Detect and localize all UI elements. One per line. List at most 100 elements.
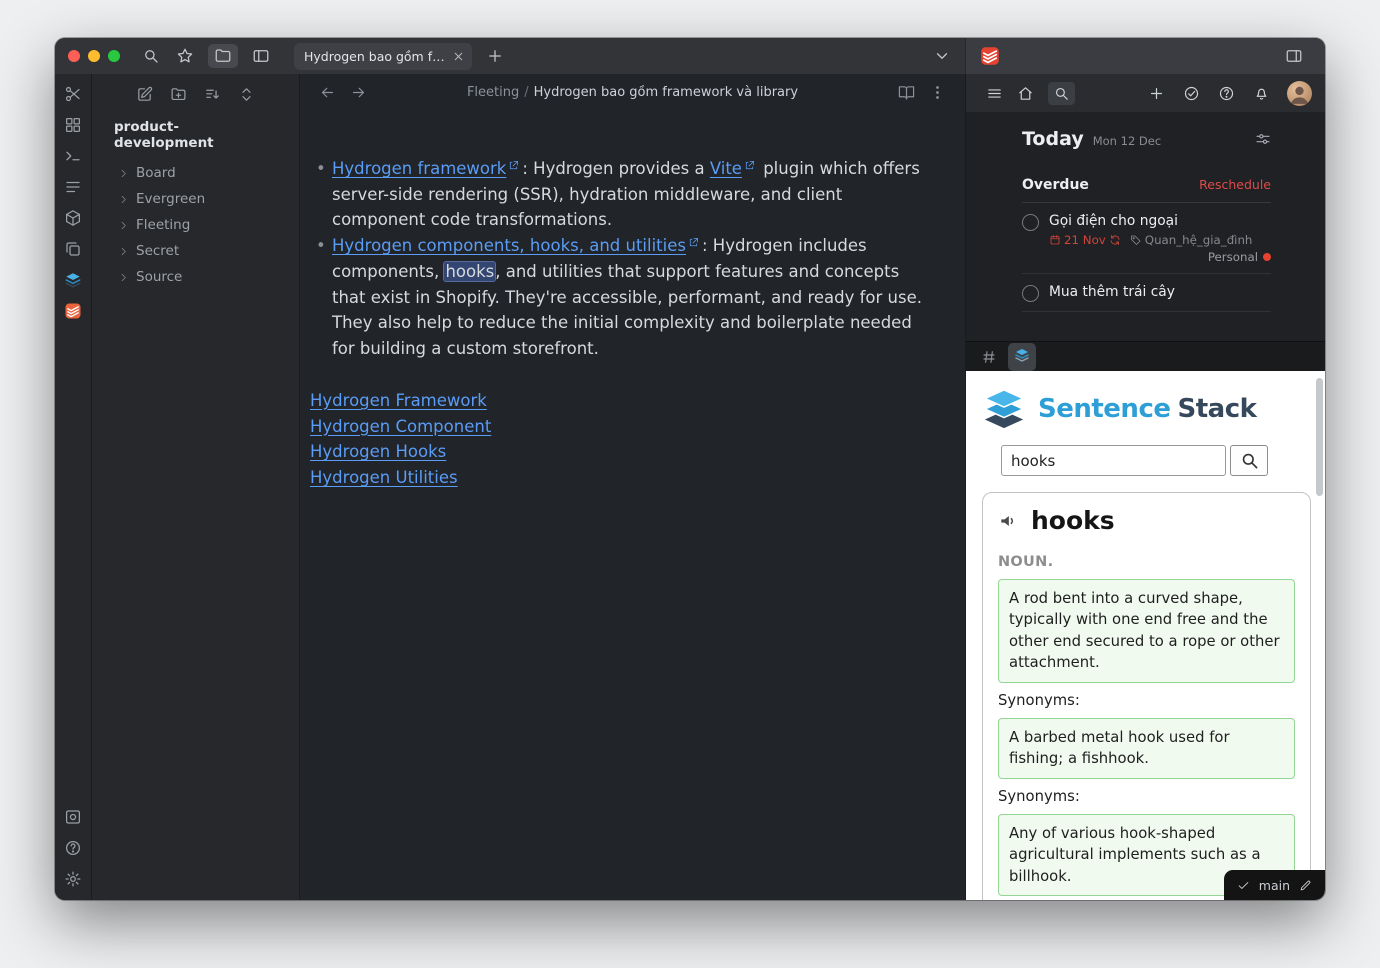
speaker-icon[interactable] xyxy=(998,511,1018,531)
tab-sentence-stack[interactable] xyxy=(1008,343,1036,371)
productivity-icon[interactable] xyxy=(1183,85,1200,102)
breadcrumb-title: Hydrogen bao gồm framework và library xyxy=(534,85,798,100)
todoist-tab-icon[interactable] xyxy=(980,46,1000,66)
brand-first-word: Sentence xyxy=(1038,394,1171,424)
scissors-icon[interactable] xyxy=(64,85,82,103)
search-icon[interactable] xyxy=(1048,82,1075,105)
dictionary-search-input[interactable] xyxy=(1001,445,1226,476)
folder-evergreen[interactable]: Evergreen xyxy=(98,186,293,212)
right-sidebar: Today Mon 12 Dec Overdue Reschedule Gọi … xyxy=(965,74,1325,900)
edit-icon[interactable] xyxy=(1299,879,1312,892)
folder-icon[interactable] xyxy=(208,44,238,68)
add-icon[interactable] xyxy=(1148,85,1165,102)
avatar[interactable] xyxy=(1287,81,1312,106)
new-folder-icon[interactable] xyxy=(170,86,187,103)
reschedule-button[interactable]: Reschedule xyxy=(1199,177,1271,192)
task-checkbox[interactable] xyxy=(1022,214,1039,231)
task-row[interactable]: Mua thêm trái cây xyxy=(1022,274,1271,312)
folder-source[interactable]: Source xyxy=(98,264,293,290)
right-sidebar-header xyxy=(965,38,1325,74)
help-icon[interactable] xyxy=(64,839,82,857)
hash-icon[interactable] xyxy=(981,349,997,365)
git-status-bar[interactable]: main xyxy=(1224,870,1325,900)
forward-icon[interactable] xyxy=(350,84,367,101)
rows-icon[interactable] xyxy=(64,178,82,196)
close-window-button[interactable] xyxy=(68,50,80,62)
minimize-window-button[interactable] xyxy=(88,50,100,62)
panel-right-toggle-icon[interactable] xyxy=(1285,47,1303,65)
menu-icon[interactable] xyxy=(986,85,1003,102)
star-icon[interactable] xyxy=(176,47,194,65)
chevron-right-icon xyxy=(118,220,129,231)
settings-icon[interactable] xyxy=(64,870,82,888)
list-item: Hydrogen framework: Hydrogen provides a … xyxy=(310,156,924,233)
folder-secret[interactable]: Secret xyxy=(98,238,293,264)
back-icon[interactable] xyxy=(319,84,336,101)
notifications-icon[interactable] xyxy=(1253,85,1270,102)
collapse-icon[interactable] xyxy=(238,86,255,103)
grid-icon[interactable] xyxy=(64,116,82,134)
link-hydrogen-framework[interactable]: Hydrogen framework xyxy=(332,159,506,178)
tab-list-chevron-icon[interactable] xyxy=(933,47,951,65)
synonyms-label: Synonyms: xyxy=(998,692,1295,709)
files-icon[interactable] xyxy=(64,240,82,258)
folder-label: Source xyxy=(136,269,182,285)
new-tab-button[interactable] xyxy=(486,47,504,65)
traffic-lights xyxy=(55,50,134,62)
task-main: Mua thêm trái cây xyxy=(1049,284,1271,302)
link-vite[interactable]: Vite xyxy=(710,159,742,178)
vault-title[interactable]: product-development xyxy=(98,115,293,160)
layers-icon[interactable] xyxy=(64,271,82,289)
terminal-icon[interactable] xyxy=(64,147,82,165)
task-row[interactable]: Gọi điện cho ngoại 21 Nov Quan_hệ_gia_đì… xyxy=(1022,203,1271,274)
breadcrumb-parent[interactable]: Fleeting xyxy=(467,85,519,100)
task-label[interactable]: Quan_hệ_gia_đình xyxy=(1130,233,1253,247)
synonyms-label: Synonyms: xyxy=(998,788,1295,805)
breadcrumb: Fleeting/Hydrogen bao gồm framework và l… xyxy=(374,85,891,100)
titlebar: Hydrogen bao gồm fram... xyxy=(55,38,1325,74)
search-icon[interactable] xyxy=(142,47,160,65)
todoist-icon[interactable] xyxy=(64,302,82,320)
folder-fleeting[interactable]: Fleeting xyxy=(98,212,293,238)
selected-text: hooks xyxy=(444,262,495,281)
label-icon xyxy=(1130,234,1142,246)
task-due[interactable]: 21 Nov xyxy=(1049,233,1121,247)
tab-hydrogen-note[interactable]: Hydrogen bao gồm fram... xyxy=(294,43,472,70)
zoom-window-button[interactable] xyxy=(108,50,120,62)
filter-icon[interactable] xyxy=(1255,131,1271,147)
dictionary-search xyxy=(1001,445,1325,476)
link-hydrogen-hooks-note[interactable]: Hydrogen Hooks xyxy=(310,439,446,465)
folder-label: Board xyxy=(136,165,176,181)
package-icon[interactable] xyxy=(64,209,82,227)
tab-close-icon[interactable] xyxy=(452,50,465,63)
link-hydrogen-utilities-note[interactable]: Hydrogen Utilities xyxy=(310,465,458,491)
task-title: Gọi điện cho ngoại xyxy=(1049,213,1271,229)
link-hydrogen-component-note[interactable]: Hydrogen Component xyxy=(310,414,491,440)
reading-mode-icon[interactable] xyxy=(898,84,915,101)
scrollbar-thumb[interactable] xyxy=(1316,378,1323,496)
project-color-dot xyxy=(1263,253,1271,261)
today-title: Today xyxy=(1022,128,1084,150)
sort-icon[interactable] xyxy=(204,86,221,103)
panel-left-toggle-icon[interactable] xyxy=(252,47,270,65)
overdue-label: Overdue xyxy=(1022,177,1089,193)
tab-title: Hydrogen bao gồm fram... xyxy=(304,49,446,64)
link-hydrogen-framework-note[interactable]: Hydrogen Framework xyxy=(310,388,487,414)
task-title: Mua thêm trái cây xyxy=(1049,284,1271,300)
task-checkbox[interactable] xyxy=(1022,285,1039,302)
due-date: 21 Nov xyxy=(1064,233,1106,247)
home-icon[interactable] xyxy=(1017,85,1034,102)
task-project[interactable]: Personal xyxy=(1049,250,1271,264)
new-note-icon[interactable] xyxy=(136,86,153,103)
editor-pane: Fleeting/Hydrogen bao gồm framework và l… xyxy=(300,74,965,900)
dictionary-search-button[interactable] xyxy=(1230,445,1268,476)
sentence-stack-webview: SentenceStack hooks NOUN. A rod bent int… xyxy=(966,371,1325,900)
todoist-header-actions xyxy=(1139,81,1312,106)
vault-icon[interactable] xyxy=(64,808,82,826)
folder-board[interactable]: Board xyxy=(98,160,293,186)
help-icon[interactable] xyxy=(1218,85,1235,102)
list-item: Hydrogen components, hooks, and utilitie… xyxy=(310,233,924,362)
link-hydrogen-components[interactable]: Hydrogen components, hooks, and utilitie… xyxy=(332,236,686,255)
folder-label: Fleeting xyxy=(136,217,190,233)
more-options-icon[interactable] xyxy=(929,84,946,101)
